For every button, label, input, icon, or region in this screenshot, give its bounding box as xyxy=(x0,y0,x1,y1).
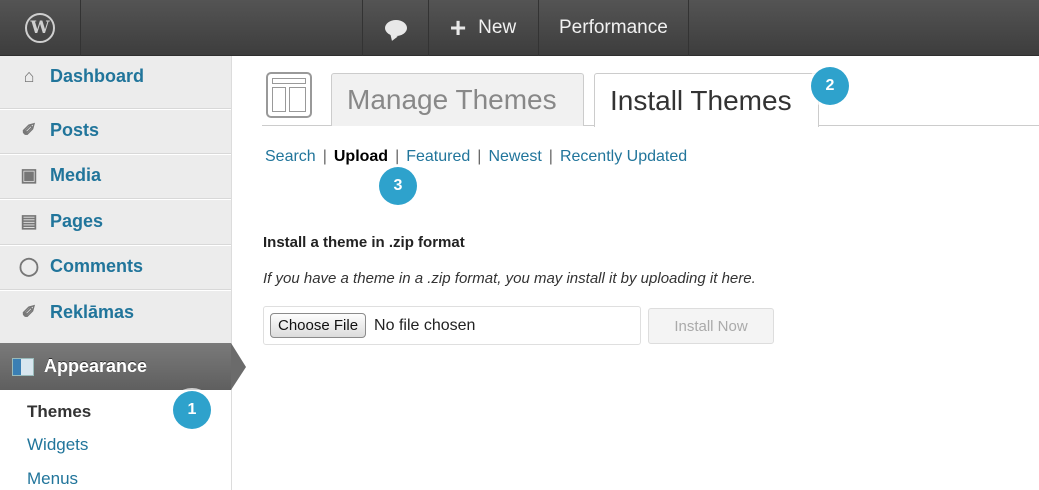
submenu-widgets[interactable]: Widgets xyxy=(27,435,88,455)
callout-badge-2: 2 xyxy=(811,67,849,105)
tab-manage-themes[interactable]: Manage Themes xyxy=(331,73,584,126)
menu-media[interactable]: ▣ Media xyxy=(0,155,231,195)
appearance-icon xyxy=(12,357,34,376)
subnav-search[interactable]: Search xyxy=(265,148,316,166)
menu-label: Posts xyxy=(50,119,100,140)
menu-label: Reklāmas xyxy=(50,301,135,322)
pages-icon: ▤ xyxy=(20,210,38,231)
comment-bubble-icon xyxy=(384,20,407,36)
new-content-menu[interactable]: + New xyxy=(428,0,539,56)
comment-icon: ◯ xyxy=(18,255,40,276)
wordpress-logo-icon: W xyxy=(25,13,55,43)
menu-label: Dashboard xyxy=(50,65,145,86)
menu-pages[interactable]: ▤ Pages xyxy=(0,201,231,241)
subnav-featured[interactable]: Featured xyxy=(406,148,470,166)
tab-install-themes[interactable]: Install Themes xyxy=(594,73,819,127)
subnav-separator: | xyxy=(548,148,553,165)
menu-posts[interactable]: ✐ Posts xyxy=(0,110,231,150)
menu-label: Media xyxy=(50,164,102,185)
menu-label: Comments xyxy=(50,255,144,276)
upload-heading: Install a theme in .zip format xyxy=(263,234,465,251)
subnav-upload[interactable]: Upload xyxy=(334,148,388,166)
callout-badge-3: 3 xyxy=(379,167,417,205)
themes-screen-icon xyxy=(266,72,312,118)
home-icon: ⌂ xyxy=(23,65,35,86)
menu-dashboard[interactable]: ⌂ Dashboard xyxy=(0,56,231,96)
choose-file-button[interactable]: Choose File xyxy=(270,313,367,338)
upload-description: If you have a theme in a .zip format, yo… xyxy=(263,270,756,287)
subnav-separator: | xyxy=(395,148,400,165)
menu-appearance[interactable]: Appearance xyxy=(0,343,231,390)
subnav-separator: | xyxy=(477,148,482,165)
menu-reklamas[interactable]: ✐ Reklāmas xyxy=(0,292,231,332)
admin-bar: W + New Performance xyxy=(0,0,1039,56)
new-label: New xyxy=(478,17,517,38)
file-input[interactable]: Choose File No file chosen xyxy=(263,306,641,345)
pushpin-icon: ✐ xyxy=(21,301,37,322)
menu-label: Pages xyxy=(50,210,104,231)
comments-menu[interactable] xyxy=(362,0,429,56)
plus-icon: + xyxy=(449,12,467,43)
subnav-separator: | xyxy=(322,148,327,165)
callout-badge-1: 1 xyxy=(173,391,211,429)
menu-comments[interactable]: ◯ Comments xyxy=(0,246,231,286)
submenu-menus[interactable]: Menus xyxy=(27,469,78,489)
subnav-newest[interactable]: Newest xyxy=(488,148,541,166)
menu-separator xyxy=(0,198,231,200)
menu-separator xyxy=(0,289,231,291)
active-menu-pointer xyxy=(231,343,246,390)
menu-label: Appearance xyxy=(44,356,148,376)
media-icon: ▣ xyxy=(20,164,38,185)
submenu-themes[interactable]: Themes xyxy=(27,402,91,422)
file-status: No file chosen xyxy=(374,316,476,334)
install-subnav: Search | Upload | Featured | Newest | Re… xyxy=(265,148,687,166)
wp-logo-menu[interactable]: W xyxy=(0,0,81,56)
performance-menu[interactable]: Performance xyxy=(539,0,689,56)
install-now-button[interactable]: Install Now xyxy=(648,308,774,344)
pushpin-icon: ✐ xyxy=(21,119,37,140)
subnav-recently-updated[interactable]: Recently Updated xyxy=(560,148,687,166)
